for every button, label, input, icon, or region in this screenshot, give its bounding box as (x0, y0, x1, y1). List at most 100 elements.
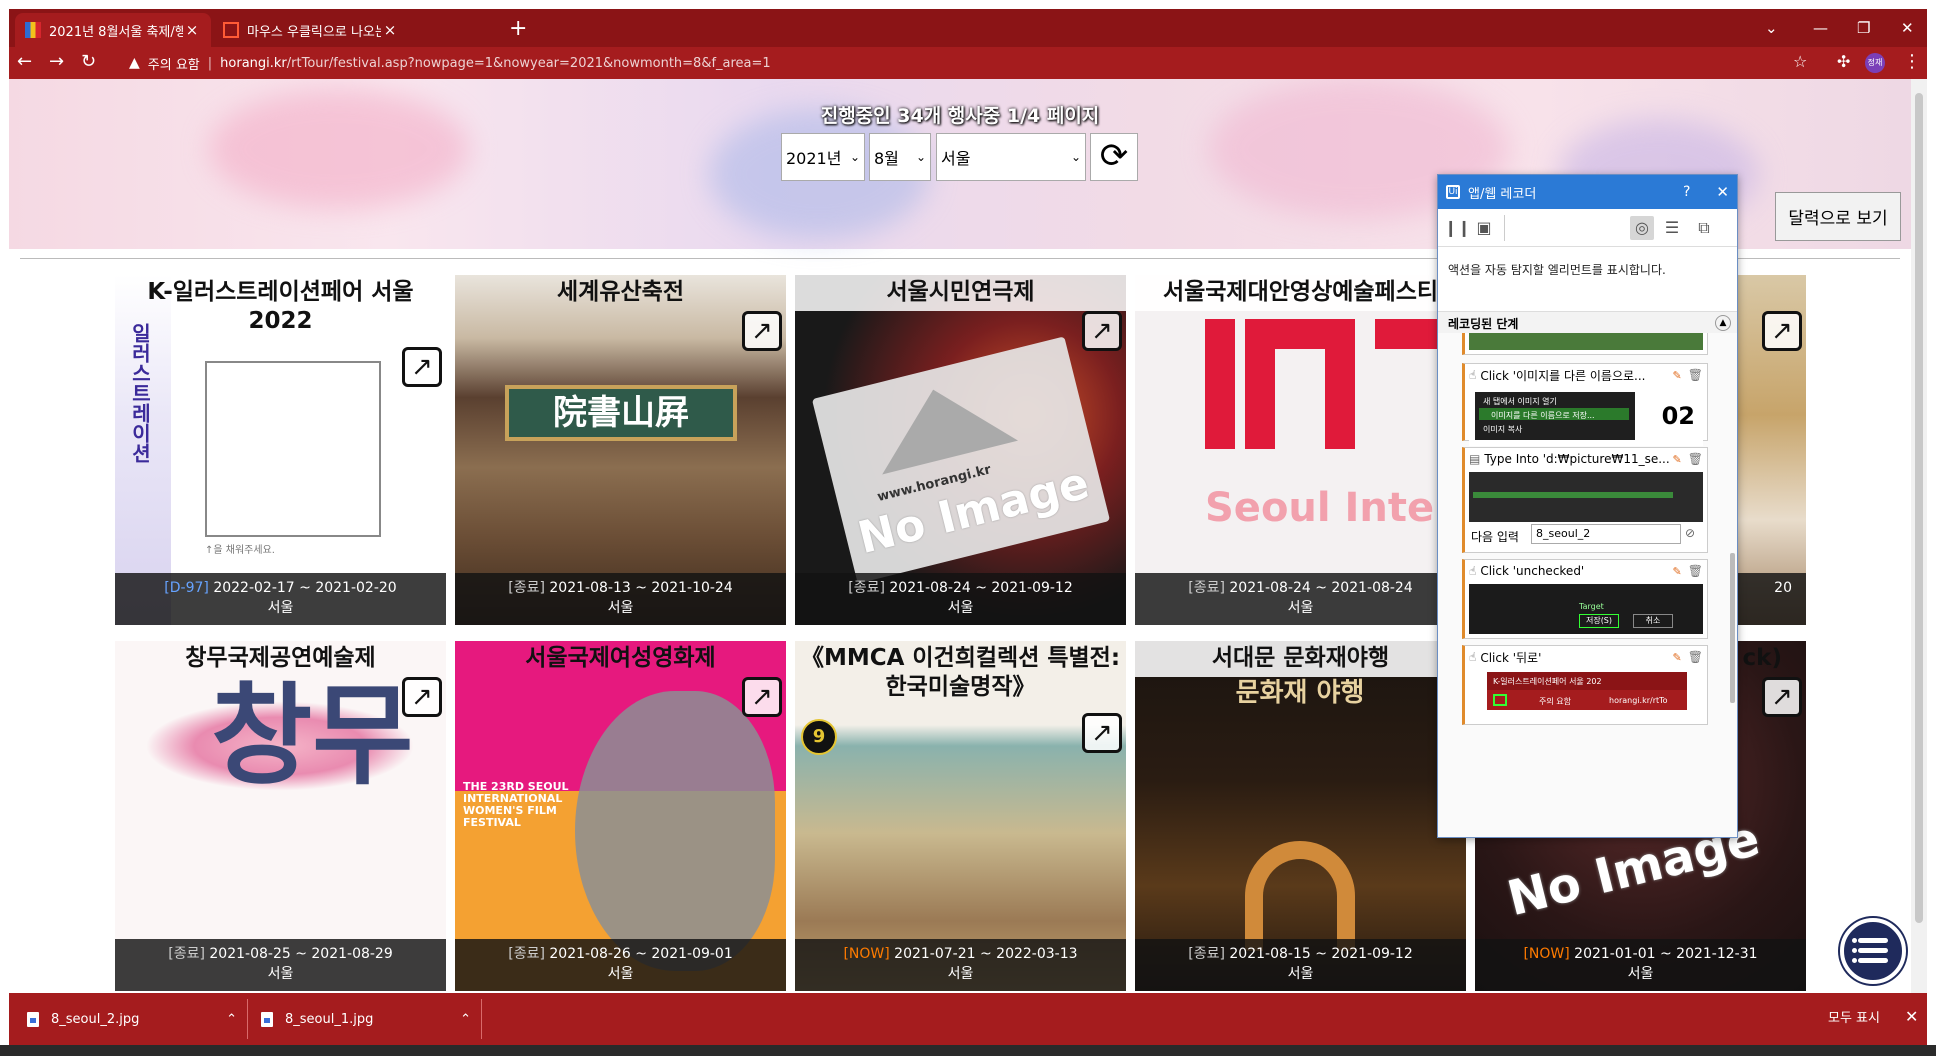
month-select[interactable]: 8월 ⌄ (869, 133, 931, 181)
page-heading: 진행중인 34개 행사중 1/4 페이지 (820, 105, 1100, 127)
forward-icon[interactable]: → (49, 51, 64, 73)
tab-title: 2021년 8월서울 축제/행사 안내 (49, 24, 183, 40)
open-link-icon[interactable]: ↗ (742, 677, 782, 717)
properties-icon[interactable]: ✎ (1673, 453, 1682, 466)
poster-text: 창무 (211, 672, 414, 800)
type-into-field[interactable]: 8_seoul_2 (1531, 524, 1681, 544)
poster-text: 문화재 야행 (1235, 678, 1365, 708)
area-select-value: 서울 (941, 149, 971, 168)
step-card[interactable]: ☝ Click 'unchecked' ✎ 🗑 Target 저장(S) 취소 (1462, 559, 1708, 639)
festival-card[interactable]: 문화재 야행 서대문 문화재야행 [종료] 2021-08-15 ~ 2021-… (1135, 641, 1466, 991)
window-close-icon[interactable]: ✕ (1901, 19, 1914, 37)
card-dates: 2021-08-26 ~ 2021-09-01 (549, 946, 733, 962)
properties-icon[interactable]: ✎ (1673, 565, 1682, 578)
list-line (1858, 958, 1888, 963)
festival-card[interactable]: 일러스트레이션 ↑을 채워주세요. K-일러스트레이션페어 서울 2022 ↗ … (115, 275, 446, 625)
close-tab-icon[interactable]: × (381, 21, 399, 39)
minimize-icon[interactable]: — (1813, 19, 1828, 37)
festival-card[interactable]: www.horangi.kr No Image 서울시민연극제 ↗ [종료] 2… (795, 275, 1126, 625)
step-label: Click '뒤로' (1480, 650, 1542, 665)
back-icon[interactable]: ← (17, 51, 32, 73)
page-scrollbar[interactable] (1911, 79, 1927, 993)
calendar-view-button[interactable]: 달력으로 보기 (1775, 192, 1901, 241)
restore-icon[interactable]: ❐ (1857, 19, 1870, 37)
save-icon[interactable]: ▣ (1472, 216, 1496, 240)
poster-caption: THE 23RD SEOUL INTERNATIONAL WOMEN'S FIL… (463, 780, 569, 829)
show-all-button[interactable]: 모두 표시 (1815, 1005, 1893, 1033)
festival-card[interactable]: THE 23RD SEOUL INTERNATIONAL WOMEN'S FIL… (455, 641, 786, 991)
close-tab-icon[interactable]: × (183, 21, 201, 39)
logo-arch (1245, 319, 1355, 449)
download-filename: 8_seoul_2.jpg (51, 1011, 140, 1027)
tab-search-icon[interactable]: ⌄ (1765, 19, 1778, 37)
url-path: /rtTour/festival.asp?nowpage=1&nowyear=2… (286, 55, 771, 71)
image-file-icon (261, 1011, 273, 1027)
url-domain: horangi.kr (220, 55, 287, 71)
festival-card[interactable]: 9 《MMCA 이건희컬렉션 특별전: 한국미술명작》 ↗ [NOW] 2021… (795, 641, 1126, 991)
open-link-icon[interactable]: ↗ (1762, 311, 1802, 351)
auto-detect-icon[interactable]: ◎ (1630, 216, 1654, 240)
open-link-icon[interactable]: ↗ (402, 347, 442, 387)
festival-card[interactable]: Seoul Inte 서울국제대안영상예술페스티 [종료] 2021-08-24… (1135, 275, 1466, 625)
reload-icon[interactable]: ↻ (81, 51, 96, 73)
recorded-steps-header[interactable]: 레코딩된 단계 ▲ (1438, 311, 1737, 333)
open-link-icon[interactable]: ↗ (1082, 713, 1122, 753)
delete-icon[interactable]: 🗑 (1688, 650, 1703, 664)
download-item[interactable]: 8_seoul_2.jpg ⌃ (27, 993, 237, 1045)
no-image-placeholder: www.horangi.kr No Image (811, 336, 1111, 584)
chevron-up-icon[interactable]: ⌃ (226, 1012, 237, 1027)
festival-card[interactable]: 창무 창무국제공연예술제 ↗ [종료] 2021-08-25 ~ 2021-08… (115, 641, 446, 991)
status-badge: [종료] (508, 946, 545, 962)
refresh-icon: ⟳ (1099, 136, 1129, 176)
properties-icon[interactable]: ✎ (1673, 651, 1682, 664)
open-link-icon[interactable]: ↗ (1082, 311, 1122, 351)
delete-icon[interactable]: 🗑 (1688, 452, 1703, 466)
step-card[interactable]: ☝ Click '뒤로' ✎ 🗑 K-일러스트레이션페어 서울 202 주의 요… (1462, 645, 1708, 725)
help-icon[interactable]: ? (1683, 184, 1690, 200)
year-select[interactable]: 2021년 ⌄ (781, 133, 865, 181)
close-downloads-icon[interactable]: ✕ (1905, 1007, 1918, 1026)
gate-arch (1245, 841, 1355, 951)
profile-avatar[interactable]: 정재 (1865, 53, 1885, 73)
card-dates: 2021-08-24 ~ 2021-08-24 (1229, 580, 1413, 596)
delete-icon[interactable]: 🗑 (1688, 368, 1703, 382)
open-link-icon[interactable]: ↗ (402, 677, 442, 717)
address-bar[interactable]: ▲ 주의 요함 | horangi.kr/rtTour/festival.asp… (129, 50, 1769, 76)
area-select[interactable]: 서울 ⌄ (936, 133, 1086, 181)
step-card[interactable] (1462, 333, 1708, 355)
tab-festival[interactable]: 2021년 8월서울 축제/행사 안내 × (15, 13, 211, 47)
step-card[interactable]: ▤ Type Into 'd:₩picture₩11_se... ✎ 🗑 다음 … (1462, 447, 1708, 553)
collapse-icon[interactable]: ▲ (1715, 315, 1731, 331)
new-tab-button[interactable]: + (509, 17, 527, 41)
tab-mouse-menu[interactable]: 마우스 우클릭으로 나오는 메뉴 × (213, 13, 409, 47)
card-dates: 2022-02-17 ~ 2021-02-20 (213, 580, 397, 596)
step-card[interactable]: ☝ Click '이미지를 다른 이름으로... ✎ 🗑 새 탭에서 이미지 열… (1462, 363, 1708, 446)
download-item[interactable]: 8_seoul_1.jpg ⌃ (261, 993, 471, 1045)
step-thumbnail (1469, 333, 1703, 350)
mountain-icon (865, 372, 1019, 475)
card-area: 서울 (267, 600, 294, 616)
image-frame (205, 361, 381, 537)
open-link-icon[interactable]: ↗ (1762, 677, 1802, 717)
steps-scrollbar[interactable] (1730, 553, 1735, 703)
delete-icon[interactable]: 🗑 (1688, 564, 1703, 578)
screenshot-icon[interactable]: ⧉ (1692, 216, 1716, 240)
menu-icon[interactable]: ⋮ (1903, 51, 1921, 73)
chevron-up-icon[interactable]: ⌃ (460, 1012, 471, 1027)
card-area: 서울 (1627, 966, 1654, 982)
extensions-icon[interactable]: ✣ (1837, 51, 1850, 73)
hide-value-icon[interactable]: ⊘ (1685, 526, 1695, 540)
close-icon[interactable]: ✕ (1716, 183, 1729, 201)
festival-card[interactable]: 院書山屛 세계유산축전 ↗ [종료] 2021-08-13 ~ 2021-10-… (455, 275, 786, 625)
list-icon[interactable]: ☰ (1660, 216, 1684, 240)
properties-icon[interactable]: ✎ (1673, 369, 1682, 382)
open-link-icon[interactable]: ↗ (742, 311, 782, 351)
pause-icon[interactable]: ❙❙ (1444, 216, 1471, 240)
bookmark-star-icon[interactable]: ☆ (1793, 51, 1807, 73)
scrollbar-thumb[interactable] (1915, 93, 1923, 923)
step-header: ☝ Click '이미지를 다른 이름으로... ✎ 🗑 (1465, 364, 1707, 386)
refresh-button[interactable]: ⟳ (1090, 133, 1138, 181)
chat-widget-button[interactable] (1840, 918, 1906, 984)
uipath-logo-icon: Ui (1446, 185, 1460, 199)
list-line (1858, 948, 1888, 953)
